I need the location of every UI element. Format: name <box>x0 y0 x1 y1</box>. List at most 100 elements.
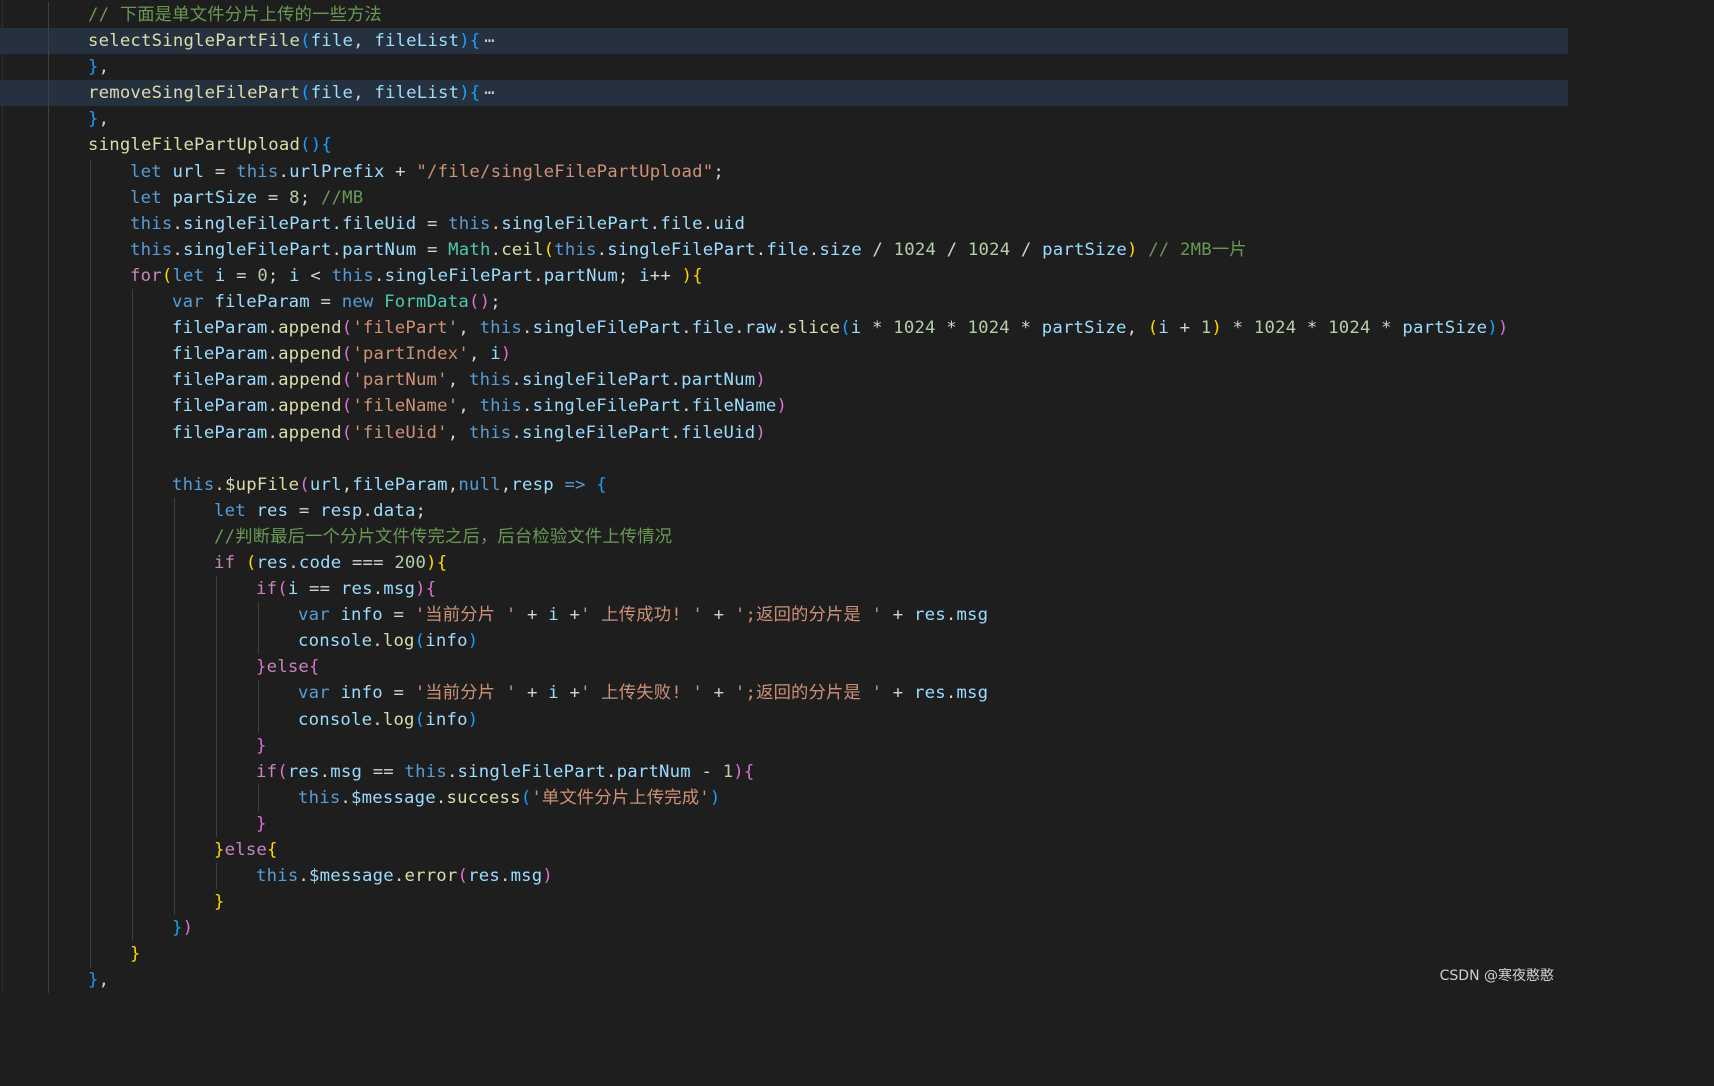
code-line[interactable]: this.$message.error(res.msg) <box>0 863 1568 890</box>
code-token: "/file/singleFilePartUpload" <box>416 161 714 182</box>
code-line[interactable]: if(i == res.msg){ <box>0 576 1568 603</box>
code-token: fileParam <box>172 422 268 443</box>
code-line[interactable]: }) <box>0 915 1568 942</box>
indent-guide <box>132 654 133 681</box>
code-token: == <box>362 761 405 782</box>
code-editor[interactable]: // 下面是单文件分片上传的一些方法 selectSinglePartFile(f… <box>0 0 1568 993</box>
code-text: } <box>214 889 225 915</box>
code-token: 1024 <box>967 318 1010 339</box>
code-token: , <box>98 57 110 78</box>
code-line[interactable]: }, <box>0 106 1568 133</box>
code-token: . <box>393 866 405 887</box>
code-token: console <box>298 709 373 730</box>
indent-guide <box>132 576 133 603</box>
code-line[interactable]: singleFilePartUpload(){ <box>0 132 1568 159</box>
code-token: { <box>436 552 448 573</box>
code-token: singleFilePart <box>532 318 682 339</box>
code-line[interactable]: // 下面是单文件分片上传的一些方法 <box>0 2 1568 29</box>
code-token: ( <box>300 83 311 104</box>
code-line[interactable]: let res = resp.data; <box>0 497 1568 524</box>
code-line[interactable]: selectSinglePartFile(file, fileList){⋯ <box>0 28 1568 55</box>
code-token: log <box>382 631 415 652</box>
code-line[interactable]: this.$upFile(url,fileParam,null,resp => … <box>0 471 1568 498</box>
indent-guide <box>132 732 133 759</box>
code-token: i <box>289 265 300 286</box>
code-token: else <box>266 657 310 678</box>
code-line[interactable]: fileParam.append('filePart', this.single… <box>0 315 1568 342</box>
indent-guide <box>90 706 91 733</box>
code-token: + <box>384 161 417 182</box>
code-line[interactable]: fileParam.append('partIndex', i) <box>0 341 1568 368</box>
code-token: . <box>267 396 279 417</box>
code-line[interactable]: this.singleFilePart.partNum = Math.ceil(… <box>0 236 1568 263</box>
code-line[interactable]: }, <box>0 967 1568 993</box>
indent-guide <box>90 941 91 968</box>
code-line[interactable]: } <box>0 889 1568 916</box>
code-token: . <box>776 318 788 339</box>
code-token: $message <box>309 866 394 887</box>
code-line[interactable]: } <box>0 941 1568 968</box>
code-line[interactable]: var info = '当前分片 ' + i +' 上传成功! ' + ';返回… <box>0 602 1568 629</box>
code-token: ) <box>681 265 693 286</box>
code-line[interactable]: }, <box>0 54 1568 81</box>
indent-guide <box>48 419 49 446</box>
code-token: 1024 <box>967 239 1011 260</box>
code-line[interactable]: //判断最后一个分片文件传完之后，后台检验文件上传情况 <box>0 523 1568 550</box>
code-token: partSize <box>1041 318 1127 339</box>
indent-guide <box>90 210 91 237</box>
indent-guide <box>48 889 49 916</box>
code-token: code <box>298 552 342 573</box>
code-token: fileList <box>374 83 460 104</box>
code-line[interactable]: for(let i = 0; i < this.singleFilePart.p… <box>0 262 1568 290</box>
code-line[interactable]: let partSize = 8; //MB <box>0 184 1568 211</box>
code-line[interactable]: removeSingleFilePart(file, fileList){⋯ <box>0 80 1568 107</box>
code-token: i <box>548 683 559 704</box>
code-token: { <box>596 474 607 495</box>
code-line[interactable]: if(res.msg == this.singleFilePart.partNu… <box>0 758 1568 785</box>
indent-guide <box>216 732 217 759</box>
code-token: singleFilePart <box>532 396 682 417</box>
code-token: append <box>278 318 342 339</box>
code-text: removeSingleFilePart(file, fileList){⋯ <box>88 80 496 106</box>
code-text: let res = resp.data; <box>214 498 426 524</box>
code-text: fileParam.append('fileName', this.single… <box>172 393 787 419</box>
code-line[interactable]: this.$message.success('单文件分片上传完成') <box>0 784 1568 811</box>
code-line[interactable]: var info = '当前分片 ' + i +' 上传失败! ' + ';返回… <box>0 680 1568 707</box>
code-line[interactable]: console.log(info) <box>0 628 1568 655</box>
folded-region-ellipsis-icon[interactable]: ⋯ <box>484 83 495 103</box>
code-token: , <box>447 422 469 443</box>
code-token: 1024 <box>893 318 936 339</box>
code-token: } <box>214 892 225 913</box>
indent-guide <box>48 497 49 524</box>
code-line[interactable]: var fileParam = new FormData(); <box>0 289 1568 316</box>
folded-region-ellipsis-icon[interactable]: ⋯ <box>484 31 495 51</box>
code-line[interactable]: fileParam.append('fileUid', this.singleF… <box>0 419 1568 446</box>
indent-guide <box>90 810 91 837</box>
code-line[interactable]: } <box>0 732 1568 759</box>
code-token: fileName <box>691 396 777 417</box>
code-text: this.$message.error(res.msg) <box>256 863 553 889</box>
code-line[interactable]: fileParam.append('fileName', this.single… <box>0 393 1568 420</box>
code-token: , <box>447 474 459 495</box>
indent-guide <box>48 80 49 107</box>
code-line[interactable]: }else{ <box>0 837 1568 864</box>
code-line[interactable]: }else{ <box>0 654 1568 681</box>
code-line[interactable]: fileParam.append('partNum', this.singleF… <box>0 367 1568 394</box>
code-token: else <box>224 840 268 860</box>
code-line[interactable] <box>0 445 1568 472</box>
code-token: singleFilePart <box>183 239 332 260</box>
code-text: }else{ <box>214 837 278 863</box>
code-token: . <box>702 213 714 234</box>
code-line[interactable]: let url = this.urlPrefix + "/file/single… <box>0 158 1568 185</box>
indent-guide <box>216 654 217 681</box>
code-line[interactable]: console.log(info) <box>0 706 1568 733</box>
indent-guide <box>132 289 133 316</box>
code-token: * <box>1222 318 1254 339</box>
code-line[interactable]: if (res.code === 200){ <box>0 549 1568 577</box>
code-line[interactable]: } <box>0 810 1568 837</box>
indent-guide <box>132 523 133 550</box>
code-line[interactable]: this.singleFilePart.fileUid = this.singl… <box>0 210 1568 237</box>
indent-guide <box>48 236 49 263</box>
